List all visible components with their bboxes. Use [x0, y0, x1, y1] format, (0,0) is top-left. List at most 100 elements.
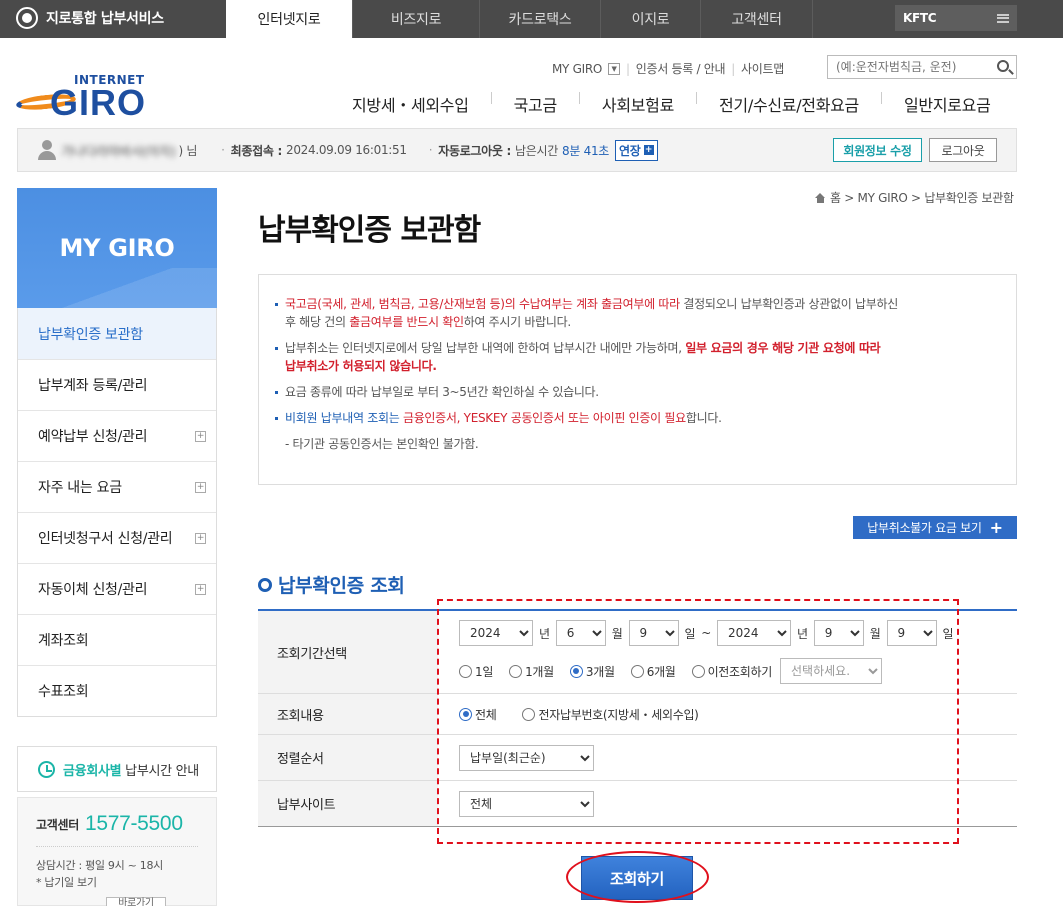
notice-text-red: 금융인증서, YESKEY 공동인증서 또는 아이핀 인증이 필요	[399, 411, 686, 425]
sort-label: 정렬순서	[258, 735, 438, 780]
cc-hours: 상담시간 : 평일 9시 ~ 18시	[36, 859, 163, 872]
home-icon[interactable]	[815, 192, 826, 203]
hamburger-icon	[997, 13, 1009, 23]
tab-internet-giro[interactable]: 인터넷지로	[226, 0, 352, 38]
notice-text: 결정되오니 납부확인증과 상관없이 납부하신	[679, 297, 898, 311]
nav-divider	[578, 92, 580, 104]
pay-time-label: 납부시간 안내	[125, 763, 199, 779]
edit-profile-button[interactable]: 회원정보 수정	[833, 138, 922, 162]
cc-label: 고객센터	[36, 817, 79, 832]
annotation-oval	[566, 851, 709, 903]
notice-text-red: 납부취소가 허용되지 않습니다.	[285, 359, 437, 373]
tab-card-tax[interactable]: 카드로택스	[479, 0, 600, 38]
util-divider: |	[731, 61, 735, 76]
main-nav: 지방세・세외수입 국고금 사회보험료 전기/수신료/전화요금 일반지로요금	[352, 92, 991, 116]
sidebar-item-check-inquiry[interactable]: 수표조회	[18, 665, 216, 716]
giro-logo-icon	[16, 7, 38, 29]
expand-plus-icon[interactable]: +	[195, 583, 206, 595]
kftc-menu-button[interactable]: KFTC	[895, 5, 1017, 31]
sidebar-item-label: 예약납부 신청/관리	[38, 429, 148, 445]
plus-icon: +	[989, 518, 1003, 537]
kftc-label: KFTC	[903, 11, 937, 25]
logout-button[interactable]: 로그아웃	[929, 138, 997, 162]
utility-links: MY GIRO ▼ | 인증서 등록 / 안내 | 사이트맵	[552, 60, 784, 77]
period-label: 조회기간선택	[258, 611, 438, 693]
last-login-value: 2024.09.09 16:01:51	[285, 143, 407, 157]
sidebar-item-auto-transfer[interactable]: 자동이체 신청/관리 +	[18, 563, 216, 614]
auto-logout-label: 자동로그아웃 :	[438, 143, 512, 158]
view-non-cancellable-button[interactable]: 납부취소불가 요금 보기 +	[853, 516, 1017, 539]
cc-shortcut-button[interactable]: 바로가기	[106, 897, 166, 906]
notice-item: 요금 종류에 따라 납부일로 부터 3~5년간 확인하실 수 있습니다.	[275, 383, 998, 401]
internet-giro-logo[interactable]: INTERNET GIRO	[15, 73, 146, 123]
notice-item: 납부취소는 인터넷지로에서 당일 납부한 내역에 한하여 납부시간 내에만 가능…	[275, 339, 998, 375]
expand-plus-icon[interactable]: +	[195, 532, 206, 544]
sidebar-item-account-manage[interactable]: 납부계좌 등록/관리	[18, 359, 216, 410]
extend-label: 연장	[619, 143, 641, 158]
last-login-label: 최종접속 :	[230, 143, 283, 158]
util-sitemap[interactable]: 사이트맵	[741, 60, 784, 77]
sidebar-item-label: 계좌조회	[38, 633, 89, 649]
tab-biz-giro[interactable]: 비즈지로	[352, 0, 479, 38]
sidebar-item-scheduled-payment[interactable]: 예약납부 신청/관리 +	[18, 410, 216, 461]
brand-label: 지로통합 납부서비스	[46, 11, 164, 27]
breadcrumb-text: 홈 > MY GIRO > 납부확인증 보관함	[830, 191, 1014, 205]
pay-time-highlight: 금융회사별	[63, 763, 122, 779]
nav-divider	[490, 92, 492, 104]
notice-text-red: 국고금(국세, 관세, 범칙금, 고용/산재보험 등)의 수납여부는 계좌 출금…	[285, 297, 680, 311]
tab-easy-giro[interactable]: 이지로	[600, 0, 700, 38]
sidebar-item-frequent-bills[interactable]: 자주 내는 요금 +	[18, 461, 216, 512]
site-search	[827, 55, 1017, 79]
sidebar-item-account-inquiry[interactable]: 계좌조회	[18, 614, 216, 665]
sidebar-item-label: 인터넷청구서 신청/관리	[38, 531, 173, 547]
notice-text-blue: 비회원 납부내역 조회는	[285, 411, 400, 425]
nav-divider	[696, 92, 698, 104]
notice-item: 국고금(국세, 관세, 범칙금, 고용/산재보험 등)의 수납여부는 계좌 출금…	[275, 295, 998, 331]
notice-text: 하여 주시기 바랍니다.	[463, 315, 572, 329]
tab-customer-center[interactable]: 고객센터	[700, 0, 813, 38]
nav-general-giro[interactable]: 일반지로요금	[904, 92, 991, 116]
notice-text: 후 해당 건의	[285, 315, 350, 329]
content-label: 조회내용	[258, 694, 438, 734]
cc-phone: 1577-5500	[84, 812, 183, 835]
nav-divider	[880, 92, 882, 104]
nav-national-treasury[interactable]: 국고금	[514, 92, 558, 116]
brand-link[interactable]: 지로통합 납부서비스	[16, 7, 164, 29]
search-icon[interactable]	[997, 60, 1009, 72]
sidebar-title-text: MY GIRO	[59, 234, 175, 262]
annotation-dashed-box	[437, 599, 959, 844]
util-divider: |	[626, 61, 630, 76]
notice-item: - 타기관 공동인증서는 본인확인 불가함.	[275, 435, 998, 453]
user-icon	[37, 140, 57, 160]
expand-plus-icon[interactable]: +	[195, 481, 206, 493]
notice-text-red: 출금여부를 반드시 확인	[349, 315, 464, 329]
nav-social-insurance[interactable]: 사회보험료	[602, 92, 674, 116]
search-input[interactable]	[828, 56, 988, 78]
notice-text-red: 일부 요금의 경우 해당 기관 요청에 따라	[685, 341, 881, 355]
sidebar-item-label: 납부계좌 등록/관리	[38, 378, 148, 394]
util-my-giro[interactable]: MY GIRO	[552, 62, 602, 76]
bullet: ·	[428, 143, 433, 157]
nav-utilities[interactable]: 전기/수신료/전화요금	[719, 92, 859, 116]
sidebar-menu: 납부확인증 보관함 납부계좌 등록/관리 예약납부 신청/관리 + 자주 내는 요…	[17, 308, 217, 717]
nav-local-tax[interactable]: 지방세・세외수입	[352, 92, 469, 116]
auto-logout-timer: 8분 41초	[562, 143, 610, 158]
sidebar-item-e-bill[interactable]: 인터넷청구서 신청/관리 +	[18, 512, 216, 563]
dropdown-arrow-icon[interactable]: ▼	[608, 62, 621, 75]
expand-plus-icon[interactable]: +	[195, 430, 206, 442]
extend-session-button[interactable]: 연장 +	[615, 139, 658, 161]
customer-center-box: 고객센터 1577-5500 상담시간 : 평일 9시 ~ 18시 * 납기일 …	[17, 797, 217, 906]
notice-text: 합니다.	[685, 411, 722, 425]
sidebar-item-label: 자동이체 신청/관리	[38, 582, 148, 598]
breadcrumb: 홈 > MY GIRO > 납부확인증 보관함	[815, 189, 1014, 206]
plus-icon: +	[643, 145, 654, 155]
notice-item: 비회원 납부내역 조회는 금융인증서, YESKEY 공동인증서 또는 아이핀 …	[275, 409, 998, 427]
site-label: 납부사이트	[258, 781, 438, 826]
user-name-masked: 가나다라마바사(아자)	[61, 144, 176, 160]
sidebar-item-receipt-box[interactable]: 납부확인증 보관함	[18, 308, 216, 359]
notice-text: - 타기관 공동인증서는 본인확인 불가함.	[285, 437, 479, 451]
util-cert[interactable]: 인증서 등록 / 안내	[636, 60, 726, 77]
circle-bullet-icon	[258, 577, 272, 592]
payment-hours-link[interactable]: 금융회사별 납부시간 안내	[17, 746, 217, 792]
auto-logout-prefix: 남은시간	[515, 143, 559, 158]
